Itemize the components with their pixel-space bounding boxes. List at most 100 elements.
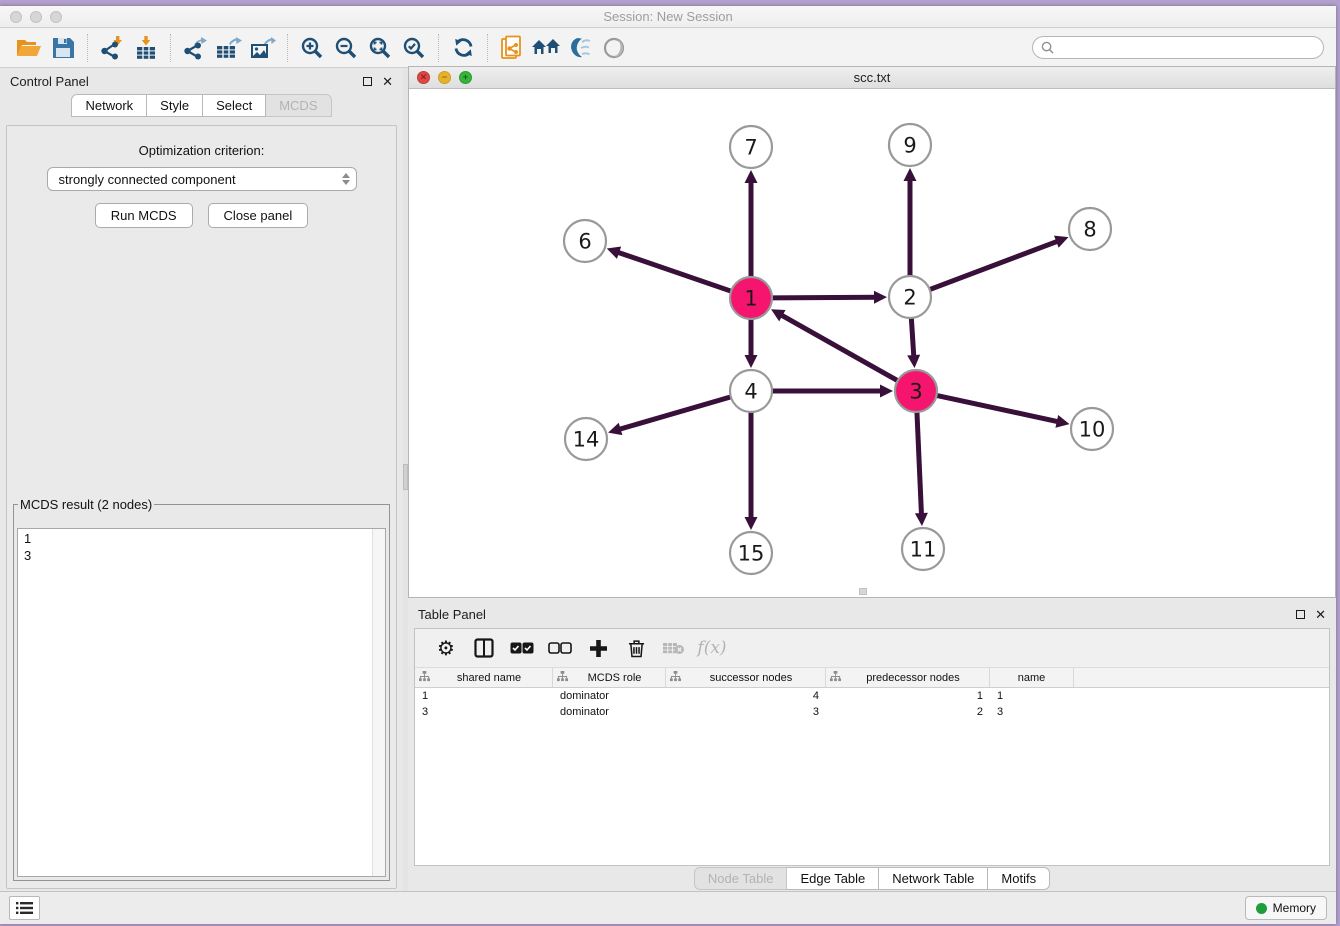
table-cell[interactable]: dominator (553, 688, 666, 704)
task-history-button[interactable] (9, 896, 40, 920)
graph-edge-2-3[interactable] (907, 318, 920, 368)
graph-edge-4-3[interactable] (772, 385, 893, 398)
result-scrollbar[interactable] (372, 529, 385, 876)
criterion-select-value: strongly connected component (59, 172, 236, 187)
graph-node-3[interactable]: 3 (895, 370, 937, 412)
svg-text:8: 8 (1083, 218, 1096, 242)
select-all-checks-icon[interactable] (503, 632, 541, 664)
graph-node-1[interactable]: 1 (730, 277, 772, 319)
tab-select[interactable]: Select (203, 94, 266, 117)
graph-edge-4-15[interactable] (745, 412, 758, 530)
select-stepper-icon (342, 173, 350, 185)
graph-edge-2-8[interactable] (930, 236, 1069, 290)
svg-text:10: 10 (1079, 418, 1106, 442)
save-session-icon[interactable] (46, 33, 80, 63)
delete-column-trash-icon[interactable] (617, 632, 655, 664)
column-header-predecessor-nodes[interactable]: predecessor nodes (826, 668, 990, 687)
float-panel-icon[interactable] (363, 77, 372, 86)
export-table-icon[interactable] (212, 33, 246, 63)
table-panel: Table Panel ✕ ⚙ (408, 601, 1336, 892)
column-layout-icon[interactable] (465, 632, 503, 664)
graph-node-9[interactable]: 9 (889, 124, 931, 166)
table-settings-gear-icon[interactable]: ⚙ (427, 632, 465, 664)
graph-edge-1-4[interactable] (745, 319, 758, 368)
table-cell[interactable]: 1 (415, 688, 553, 704)
graph-edge-1-6[interactable] (607, 247, 731, 292)
refresh-layout-icon[interactable] (446, 33, 480, 63)
export-network-icon[interactable] (178, 33, 212, 63)
open-file-icon[interactable] (12, 33, 46, 63)
close-panel-icon[interactable]: ✕ (382, 75, 393, 88)
search-input[interactable] (1054, 41, 1315, 55)
graph-edge-3-10[interactable] (937, 395, 1070, 427)
details-brush-icon[interactable] (563, 33, 597, 63)
deselect-all-checks-icon[interactable] (541, 632, 579, 664)
zoom-out-icon[interactable] (329, 33, 363, 63)
main-toolbar (0, 28, 1336, 68)
import-network-icon[interactable] (95, 33, 129, 63)
graph-edge-1-2[interactable] (772, 291, 887, 304)
table-cell[interactable]: 3 (666, 704, 826, 720)
float-table-panel-icon[interactable] (1296, 610, 1305, 619)
add-column-plus-icon[interactable] (579, 632, 617, 664)
column-header-name[interactable]: name (990, 668, 1074, 687)
export-image-icon[interactable] (246, 33, 280, 63)
delete-table-disabled-icon (655, 632, 693, 664)
home-overview-icon[interactable] (529, 33, 563, 63)
close-panel-button[interactable]: Close panel (208, 203, 309, 228)
graph-edge-3-1[interactable] (771, 309, 898, 380)
zoom-in-icon[interactable] (295, 33, 329, 63)
table-row[interactable]: 1dominator411 (415, 688, 1329, 704)
table-tab-node-table[interactable]: Node Table (694, 867, 788, 890)
table-body: 1dominator4113dominator323 (415, 688, 1329, 720)
run-mcds-button[interactable]: Run MCDS (95, 203, 193, 228)
network-document-icon[interactable] (495, 33, 529, 63)
graph-node-6[interactable]: 6 (564, 220, 606, 262)
table-cell[interactable]: 2 (826, 704, 990, 720)
table-cell[interactable]: 1 (990, 688, 1074, 704)
import-table-icon[interactable] (129, 33, 163, 63)
graph-node-15[interactable]: 15 (730, 532, 772, 574)
svg-text:14: 14 (573, 428, 600, 452)
column-header-MCDS-role[interactable]: MCDS role (553, 668, 666, 687)
graph-edge-3-11[interactable] (915, 412, 928, 526)
show-hide-details-eye-icon[interactable] (597, 33, 631, 63)
graph-node-11[interactable]: 11 (902, 528, 944, 570)
graph-node-2[interactable]: 2 (889, 276, 931, 318)
graph-edge-2-9[interactable] (904, 168, 917, 276)
search-field[interactable] (1032, 36, 1324, 59)
column-header-successor-nodes[interactable]: successor nodes (666, 668, 826, 687)
svg-text:7: 7 (744, 136, 757, 160)
memory-button[interactable]: Memory (1245, 896, 1327, 920)
tab-mcds[interactable]: MCDS (266, 94, 331, 117)
table-cell[interactable]: 4 (666, 688, 826, 704)
close-table-panel-icon[interactable]: ✕ (1315, 608, 1326, 621)
table-cell[interactable]: 1 (826, 688, 990, 704)
table-row[interactable]: 3dominator323 (415, 704, 1329, 720)
table-tab-network-table[interactable]: Network Table (879, 867, 988, 890)
network-canvas[interactable]: 7 9 6 8 1 2 4 3 14 10 15 11 (409, 89, 1335, 596)
column-header-shared-name[interactable]: shared name (415, 668, 553, 687)
graph-node-10[interactable]: 10 (1071, 408, 1113, 450)
zoom-selected-icon[interactable] (397, 33, 431, 63)
toolbar-separator (87, 34, 88, 62)
graph-node-14[interactable]: 14 (565, 418, 607, 460)
tab-network[interactable]: Network (71, 94, 147, 117)
table-cell[interactable]: dominator (553, 704, 666, 720)
node-table: ⚙ f(x) (414, 628, 1330, 866)
toolbar-separator (487, 34, 488, 62)
table-tab-motifs[interactable]: Motifs (988, 867, 1050, 890)
zoom-fit-icon[interactable] (363, 33, 397, 63)
graph-node-4[interactable]: 4 (730, 370, 772, 412)
graph-node-8[interactable]: 8 (1069, 208, 1111, 250)
table-cell[interactable]: 3 (415, 704, 553, 720)
table-cell[interactable]: 3 (990, 704, 1074, 720)
canvas-scroll-grip[interactable] (859, 588, 867, 595)
graph-edge-4-14[interactable] (608, 397, 731, 435)
graph-edge-1-7[interactable] (745, 170, 758, 277)
graph-node-7[interactable]: 7 (730, 126, 772, 168)
criterion-select[interactable]: strongly connected component (47, 167, 357, 191)
tab-style[interactable]: Style (147, 94, 203, 117)
network-window-titlebar[interactable]: ✕ − + scc.txt (409, 67, 1335, 89)
table-tab-edge-table[interactable]: Edge Table (787, 867, 879, 890)
